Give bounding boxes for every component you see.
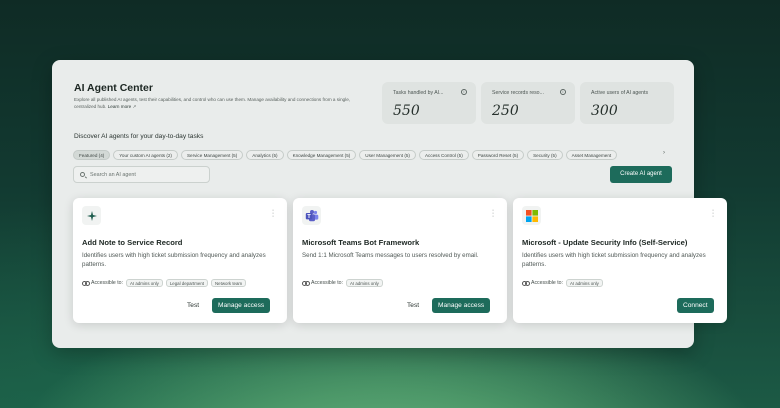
- info-icon[interactable]: i: [461, 89, 467, 95]
- tab-service-management[interactable]: Service Management (5): [180, 150, 244, 160]
- access-chip: Network team: [211, 279, 247, 287]
- accessible-label: Accessible to:: [91, 280, 124, 286]
- agent-card: · · · Add Note to Service Record Identifie…: [73, 198, 287, 323]
- agent-card: · · · Microsoft - Update Security Info (Se…: [513, 198, 727, 323]
- access-chip: AI admins only: [346, 279, 383, 287]
- search-placeholder: Search an AI agent: [90, 172, 136, 178]
- people-icon: [302, 280, 310, 286]
- tab-custom-agents[interactable]: Your custom AI agents (2): [113, 150, 178, 160]
- category-tabs: Featured (4) Your custom AI agents (2) Ser…: [73, 150, 671, 160]
- discover-heading: Discover AI agents for your day-to-day t…: [74, 133, 204, 140]
- agent-title: Add Note to Service Record: [82, 238, 183, 247]
- tab-featured[interactable]: Featured (4): [73, 150, 111, 160]
- connect-button[interactable]: Connect: [677, 298, 714, 313]
- accessible-label: Accessible to:: [311, 280, 344, 286]
- page-description: Explore all published AI agents, test th…: [74, 96, 364, 110]
- stat-value: 550: [393, 103, 420, 119]
- access-chip: Legal department: [165, 279, 208, 287]
- access-chip: AI admins only: [126, 279, 163, 287]
- search-input[interactable]: Search an AI agent: [73, 166, 210, 183]
- more-options-icon[interactable]: · · ·: [271, 207, 275, 220]
- stat-card-users: Active users of AI agents 300: [580, 82, 674, 124]
- page-title: AI Agent Center: [74, 82, 153, 94]
- test-button[interactable]: Test: [400, 298, 427, 313]
- stat-card-records: Service records reso... i 250: [481, 82, 575, 124]
- agent-title: Microsoft - Update Security Info (Self-S…: [522, 238, 688, 247]
- accessible-to: Accessible to: AI admins only Legal depa…: [82, 279, 247, 287]
- more-options-icon[interactable]: · · ·: [491, 207, 495, 220]
- info-icon[interactable]: i: [560, 89, 566, 95]
- tab-password-reset[interactable]: Password Reset (5): [471, 150, 525, 160]
- stat-value: 250: [492, 103, 519, 119]
- search-icon: [80, 172, 85, 177]
- agent-description: Identifies users with high ticket submis…: [522, 252, 706, 269]
- accessible-to: Accessible to: AI admins only: [302, 279, 383, 287]
- tab-knowledge-management[interactable]: Knowledge Management (5): [286, 150, 357, 160]
- tab-analytics[interactable]: Analytics (5): [246, 150, 284, 160]
- agent-card: · · · Microsoft Teams Bot Framework Send 1…: [293, 198, 507, 323]
- tab-asset-management[interactable]: Asset Management: [565, 150, 618, 160]
- agent-description: Identifies users with high ticket submis…: [82, 252, 266, 269]
- tab-user-management[interactable]: User Management (5): [359, 150, 416, 160]
- agent-title: Microsoft Teams Bot Framework: [302, 238, 420, 247]
- accessible-label: Accessible to:: [531, 280, 564, 286]
- create-ai-agent-button[interactable]: Create AI agent: [610, 166, 672, 183]
- access-chip: AI admins only: [566, 279, 603, 287]
- more-options-icon[interactable]: · · ·: [711, 207, 715, 220]
- tab-security[interactable]: Security (5): [527, 150, 563, 160]
- stat-label: Tasks handled by AI...: [393, 90, 444, 96]
- people-icon: [82, 280, 90, 286]
- stat-label: Service records reso...: [492, 90, 544, 96]
- external-link-icon: ↗: [132, 104, 137, 109]
- microsoft-logo-icon: [522, 206, 541, 225]
- learn-more-link[interactable]: Learn more: [108, 104, 132, 109]
- people-icon: [522, 280, 530, 286]
- stat-value: 300: [591, 103, 618, 119]
- agent-description: Send 1:1 Microsoft Teams messages to use…: [302, 252, 479, 259]
- manage-access-button[interactable]: Manage access: [212, 298, 271, 313]
- stat-label: Active users of AI agents: [591, 90, 649, 96]
- manage-access-button[interactable]: Manage access: [432, 298, 491, 313]
- tab-access-control[interactable]: Access Control (5): [418, 150, 469, 160]
- microsoft-teams-icon: [302, 206, 321, 225]
- stat-card-tasks: Tasks handled by AI... i 550: [382, 82, 476, 124]
- test-button[interactable]: Test: [180, 298, 207, 313]
- accessible-to: Accessible to: AI admins only: [522, 279, 603, 287]
- sparkle-icon: [82, 206, 101, 225]
- chevron-right-icon[interactable]: ›: [663, 150, 665, 156]
